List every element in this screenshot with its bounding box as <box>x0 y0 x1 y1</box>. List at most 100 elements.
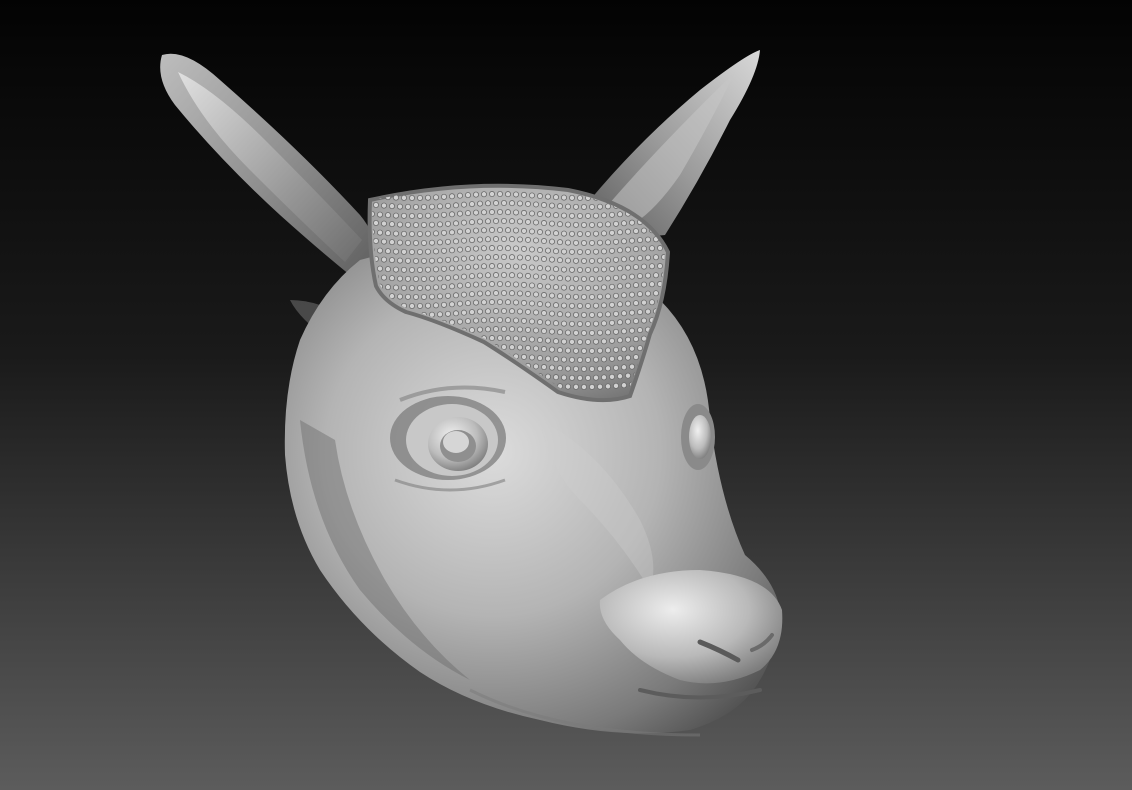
cap-stud <box>456 210 463 217</box>
cap-stud <box>416 302 423 309</box>
cap-stud <box>633 246 640 253</box>
cap-stud <box>593 266 600 273</box>
cap-stud <box>500 290 507 297</box>
cap-stud <box>565 383 572 390</box>
cap-stud <box>529 336 536 343</box>
cap-stud <box>448 211 455 218</box>
cap-stud <box>593 302 600 309</box>
cap-stud <box>561 302 568 309</box>
cap-stud <box>460 273 467 280</box>
cap-stud <box>625 246 632 253</box>
cap-stud <box>613 328 620 335</box>
cap-stud <box>428 275 435 282</box>
cap-stud <box>444 238 451 245</box>
cap-stud <box>392 230 399 237</box>
cap-stud <box>372 237 379 244</box>
cap-stud <box>617 265 624 272</box>
cap-stud <box>432 284 439 291</box>
cap-stud <box>577 212 584 219</box>
cap-stud <box>521 191 528 198</box>
cap-stud <box>380 202 387 209</box>
cap-stud <box>629 327 636 334</box>
cap-stud <box>637 309 644 316</box>
cap-stud <box>496 281 503 288</box>
cap-stud <box>464 300 471 307</box>
cap-stud <box>577 284 584 291</box>
cap-stud <box>424 284 431 291</box>
cap-stud <box>472 299 479 306</box>
cap-stud <box>384 266 391 273</box>
cap-stud <box>376 247 383 254</box>
cap-stud <box>569 338 576 345</box>
cap-stud <box>484 200 491 207</box>
cap-stud <box>629 309 636 316</box>
cap-stud <box>601 374 608 381</box>
cap-stud <box>496 227 503 234</box>
cap-stud <box>545 211 552 218</box>
cap-stud <box>408 302 415 309</box>
cap-stud <box>597 293 604 300</box>
cap-stud <box>577 194 584 201</box>
cap-stud <box>420 257 427 264</box>
cap-stud <box>657 263 664 270</box>
cap-stud <box>476 254 483 261</box>
cap-stud <box>408 266 415 273</box>
cap-stud <box>597 203 604 210</box>
cap-stud <box>645 272 652 279</box>
cap-stud <box>625 300 632 307</box>
cap-stud <box>633 336 640 343</box>
cap-stud <box>472 263 479 270</box>
cap-stud <box>517 254 524 261</box>
cap-stud <box>484 290 491 297</box>
cap-stud <box>585 374 592 381</box>
cap-stud <box>617 337 624 344</box>
cap-stud <box>569 266 576 273</box>
cap-stud <box>573 257 580 264</box>
sculpt-viewport[interactable] <box>0 0 1132 790</box>
cap-stud <box>508 236 515 243</box>
cap-stud <box>404 257 411 264</box>
cap-stud <box>589 329 596 336</box>
cap-stud <box>641 245 648 252</box>
cap-stud <box>573 365 580 372</box>
cap-stud <box>460 255 467 262</box>
cap-stud <box>537 265 544 272</box>
cap-stud <box>517 308 524 315</box>
cap-stud <box>561 320 568 327</box>
cap-stud <box>613 238 620 245</box>
cap-stud <box>484 326 491 333</box>
cap-stud <box>621 292 628 299</box>
cap-stud <box>504 317 511 324</box>
cap-stud <box>585 338 592 345</box>
cap-stud <box>416 212 423 219</box>
cap-stud <box>569 248 576 255</box>
cap-stud <box>553 266 560 273</box>
cap-stud <box>404 239 411 246</box>
cap-stud <box>525 308 532 315</box>
cap-stud <box>613 220 620 227</box>
cap-stud <box>557 329 564 336</box>
cap-stud <box>484 218 491 225</box>
cap-stud <box>428 257 435 264</box>
cap-stud <box>637 255 644 262</box>
cap-stud <box>601 230 608 237</box>
cap-stud <box>452 292 459 299</box>
cap-stud <box>444 274 451 281</box>
cap-stud <box>653 272 660 279</box>
cap-stud <box>617 283 624 290</box>
cap-stud <box>500 236 507 243</box>
cap-stud <box>513 317 520 324</box>
cap-stud <box>649 263 656 270</box>
cap-stud <box>396 275 403 282</box>
cap-stud <box>525 326 532 333</box>
cap-stud <box>609 229 616 236</box>
cap-stud <box>484 236 491 243</box>
cap-stud <box>557 311 564 318</box>
cap-stud <box>521 245 528 252</box>
cap-stud <box>641 281 648 288</box>
cap-stud <box>553 212 560 219</box>
cap-stud <box>525 272 532 279</box>
cap-stud <box>613 346 620 353</box>
cap-stud <box>569 284 576 291</box>
cap-stud <box>488 299 495 306</box>
